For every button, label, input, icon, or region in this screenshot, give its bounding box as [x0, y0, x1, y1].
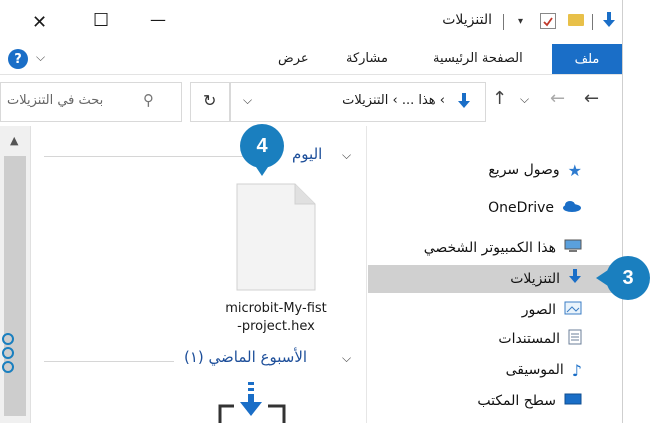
group-header-last-week[interactable]: الأسبوع الماضي (١)	[184, 348, 307, 366]
sidebar-item-quick-access[interactable]: ★ وصول سريع	[488, 158, 582, 182]
search-input[interactable]: بحث في التنزيلات	[7, 93, 103, 108]
back-button[interactable]: ←	[584, 88, 599, 109]
music-icon: ♪	[571, 360, 582, 380]
refresh-icon: ↻	[203, 91, 217, 110]
expand-ribbon-icon[interactable]: ⌵	[36, 50, 45, 65]
refresh-button[interactable]: ↻	[190, 82, 230, 122]
sidebar-item-label: وصول سريع	[488, 162, 560, 178]
sidebar-item-label: سطح المكتب	[477, 393, 556, 409]
group-header-today[interactable]: اليوم	[292, 145, 322, 163]
folder-icon[interactable]	[568, 14, 584, 26]
file-item[interactable]: microbit-My-fist -project.hex	[206, 178, 346, 338]
search-box[interactable]: بحث في التنزيلات ⚲	[0, 82, 182, 122]
download-icon	[568, 268, 582, 290]
group-divider	[44, 156, 244, 157]
group-divider	[44, 361, 174, 362]
separator-icon	[503, 14, 504, 30]
up-button[interactable]: ↑	[492, 88, 507, 109]
forward-button[interactable]: ←	[550, 88, 565, 109]
tab-view[interactable]: عرض	[278, 51, 309, 66]
star-icon: ★	[567, 160, 582, 180]
address-dropdown-icon[interactable]: ⌵	[243, 93, 252, 108]
minimize-button[interactable]: —	[150, 10, 166, 29]
search-icon: ⚲	[143, 91, 154, 109]
window-title: التنزيلات	[442, 12, 492, 28]
close-button[interactable]: ✕	[32, 12, 47, 33]
sidebar-item-pictures[interactable]: الصور	[522, 298, 582, 322]
file-name-line2: -project.hex	[237, 319, 315, 334]
download-arrow-icon	[602, 10, 616, 34]
callout-badge-4: 4	[240, 124, 284, 168]
sidebar-item-label: OneDrive	[488, 200, 554, 216]
file-name-line1: microbit-My-fist	[225, 301, 327, 316]
desktop-icon	[564, 393, 582, 409]
tab-share[interactable]: مشاركة	[346, 51, 388, 66]
callout-badge-3: 3	[606, 256, 650, 300]
scroll-up-arrow-icon[interactable]: ▲	[10, 134, 18, 147]
sidebar-item-label: الصور	[521, 302, 556, 318]
address-bar[interactable]: ⌵ › هذا ... › التنزيلات	[230, 82, 486, 122]
dropdown-arrow-icon[interactable]: ▾	[518, 16, 523, 27]
downloads-location-icon	[457, 91, 471, 115]
sidebar-item-label: التنزيلات	[510, 271, 560, 287]
callout-pointer-3	[596, 270, 608, 286]
separator-icon	[592, 14, 593, 30]
chevron-down-icon[interactable]: ⌵	[342, 351, 351, 366]
properties-icon[interactable]	[540, 13, 556, 29]
chevron-down-icon[interactable]: ⌵	[342, 148, 351, 163]
checkmark-icon	[543, 17, 553, 27]
pane-divider	[366, 126, 367, 423]
address-path[interactable]: › هذا ... › التنزيلات	[342, 93, 445, 108]
documents-icon	[568, 329, 582, 349]
help-button[interactable]: ?	[8, 49, 28, 69]
tab-file[interactable]: ملف	[552, 44, 622, 74]
computer-icon	[564, 239, 582, 257]
tab-home[interactable]: الصفحة الرئيسية	[433, 51, 523, 66]
sidebar-item-label: الموسيقى	[505, 362, 564, 378]
sidebar-item-documents[interactable]: المستندات	[498, 327, 582, 351]
sidebar-item-desktop[interactable]: سطح المكتب	[477, 389, 582, 413]
sidebar-item-onedrive[interactable]: OneDrive	[488, 196, 582, 220]
cloud-icon	[562, 200, 582, 216]
decorative-dots	[0, 333, 14, 383]
recent-locations-icon[interactable]: ⌵	[520, 92, 529, 107]
pictures-icon	[564, 301, 582, 319]
file-icon	[236, 183, 316, 291]
maximize-button[interactable]: ☐	[93, 10, 109, 31]
selected-item-highlight	[368, 265, 622, 293]
title-bar: ✕ ☐ — التنزيلات ▾	[0, 0, 622, 44]
sidebar-item-label: هذا الكمبيوتر الشخصي	[423, 240, 556, 256]
callout-pointer-4	[254, 164, 270, 176]
sidebar-item-label: المستندات	[498, 331, 560, 347]
download-file-item[interactable]	[214, 382, 294, 423]
file-explorer-window: ✕ ☐ — التنزيلات ▾ ? ⌵ عرض مشاركة الصفحة …	[0, 0, 623, 423]
sidebar-item-music[interactable]: ♪ الموسيقى	[506, 358, 582, 382]
file-name: microbit-My-fist -project.hex	[206, 300, 346, 336]
sidebar-item-downloads[interactable]: التنزيلات	[510, 267, 582, 291]
download-file-icon	[218, 382, 286, 423]
sidebar-item-this-pc[interactable]: هذا الكمبيوتر الشخصي	[424, 236, 582, 260]
ribbon-tabs: ? ⌵ عرض مشاركة الصفحة الرئيسية ملف	[0, 44, 622, 75]
